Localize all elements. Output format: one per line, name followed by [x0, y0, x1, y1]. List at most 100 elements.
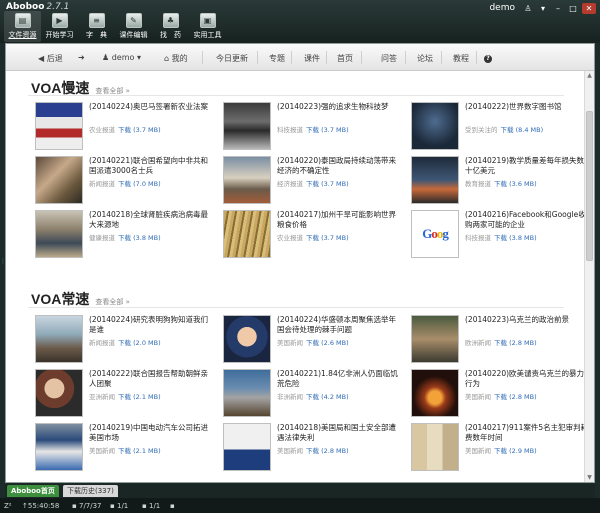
item-title[interactable]: (20140222)世界数字图书馆 [465, 102, 584, 122]
nav-link-today[interactable]: 今日更新 [216, 53, 248, 64]
minimize-icon[interactable]: – [552, 3, 564, 14]
thumbnail-image[interactable] [411, 315, 459, 363]
help-button[interactable]: ? [484, 53, 492, 63]
thumbnail-image[interactable]: Goog [411, 210, 459, 258]
settings-icon[interactable]: ▾ [537, 3, 549, 14]
list-item[interactable]: (20140217)加州干旱可能影响世界粮食价格 农业报道 下载 (3.7 MB) [221, 209, 406, 263]
back-button[interactable]: ◀ 后退 [38, 53, 63, 64]
toolbar-utilities[interactable]: ▣ 实用工具 [189, 11, 226, 42]
toolbar-start-learning[interactable]: ▶ 开始学习 [41, 11, 78, 42]
maximize-icon[interactable]: □ [567, 3, 579, 14]
thumbnail-image[interactable] [35, 315, 83, 363]
thumbnail-image[interactable] [35, 423, 83, 471]
toolbar-courseware-edit[interactable]: ✎ 课件编辑 [115, 11, 152, 42]
item-title[interactable]: (20140218)美国局和国土安全部遭遇法律失利 [277, 423, 402, 443]
forward-button[interactable]: ➜ [78, 53, 85, 62]
download-link[interactable]: 下载 (3.7 MB) [306, 234, 349, 242]
list-item[interactable]: (20140224)研究表明狗狗知道我们是谁 新闻报道 下载 (2.0 MB) [33, 314, 218, 368]
item-title[interactable]: (20140220)泰国政局持续动荡带来经济的不确定性 [277, 156, 402, 176]
thumbnail-image[interactable] [223, 423, 271, 471]
my-button[interactable]: ⌂ 我的 [164, 53, 188, 64]
see-all-link[interactable]: 查看全部 » [95, 298, 130, 306]
thumbnail-image[interactable] [35, 369, 83, 417]
list-item[interactable]: (20140221)1.84亿非洲人仍面临饥荒危险 非洲新闻 下载 (4.2 MB… [221, 368, 406, 422]
download-link[interactable]: 下载 (7.0 MB) [118, 180, 161, 188]
thumbnail-image[interactable] [223, 156, 271, 204]
list-item[interactable]: (20140219)中国电动汽车公司拓进美国市场 美国新闻 下载 (2.1 MB) [33, 422, 218, 476]
list-item[interactable]: (20140223)乌克兰的政治前景 欧洲新闻 下载 (2.8 MB) [409, 314, 584, 368]
list-item[interactable]: (20140220)欧美谴责乌克兰的暴力行为 美国新闻 下载 (2.8 MB) [409, 368, 584, 422]
download-link[interactable]: 下载 (2.6 MB) [306, 339, 349, 347]
download-link[interactable]: 下载 (2.8 MB) [306, 447, 349, 455]
item-title[interactable]: (20140219)中国电动汽车公司拓进美国市场 [89, 423, 214, 443]
download-link[interactable]: 下载 (3.7 MB) [306, 180, 349, 188]
download-link[interactable]: 下载 (2.9 MB) [494, 447, 537, 455]
download-link[interactable]: 下载 (3.7 MB) [118, 126, 161, 134]
download-link[interactable]: 下载 (3.8 MB) [118, 234, 161, 242]
scroll-down-icon[interactable]: ▼ [585, 473, 594, 482]
list-item[interactable]: Goog (20140216)Facebook和Google收购两家可能的企业 … [409, 209, 584, 263]
nav-link-courseware[interactable]: 课件 [304, 53, 320, 64]
thumbnail-image[interactable] [411, 423, 459, 471]
download-link[interactable]: 下载 (2.8 MB) [494, 393, 537, 401]
download-link[interactable]: 下载 (3.6 MB) [494, 180, 537, 188]
vertical-scrollbar[interactable]: ▲ ▼ [584, 71, 594, 482]
download-link[interactable]: 下载 (3.7 MB) [306, 126, 349, 134]
nav-link-home[interactable]: 首页 [337, 53, 353, 64]
current-user[interactable]: demo [489, 3, 515, 13]
toolbar-file-resources[interactable]: ▤ 文件资源 [4, 11, 41, 42]
download-link[interactable]: 下载 (2.1 MB) [118, 393, 161, 401]
thumbnail-image[interactable] [35, 156, 83, 204]
item-title[interactable]: (20140217)加州干旱可能影响世界粮食价格 [277, 210, 402, 230]
item-title[interactable]: (20140216)Facebook和Google收购两家可能的企业 [465, 210, 584, 230]
tab-home[interactable]: Aboboo首页 [7, 485, 59, 497]
thumbnail-image[interactable] [223, 369, 271, 417]
list-item[interactable]: (20140223)强的追求生物科技梦 科技报道 下载 (3.7 MB) [221, 101, 406, 155]
list-item[interactable]: (20140224)奥巴马签署新农业法案 农业报道 下载 (3.7 MB) [33, 101, 218, 155]
nav-link-topics[interactable]: 专题 [269, 53, 285, 64]
list-item[interactable]: (20140218)美国局和国土安全部遭遇法律失利 美国新闻 下载 (2.8 MB… [221, 422, 406, 476]
item-title[interactable]: (20140221)1.84亿非洲人仍面临饥荒危险 [277, 369, 402, 389]
item-title[interactable]: (20140217)911案件5名主犯审判耗费数年时间 [465, 423, 584, 443]
shirt-icon[interactable]: ♙ [522, 3, 534, 14]
side-panel-handle[interactable]: ⋮ [0, 258, 6, 278]
item-title[interactable]: (20140224)研究表明狗狗知道我们是谁 [89, 315, 214, 335]
thumbnail-image[interactable] [223, 315, 271, 363]
download-link[interactable]: 下载 (2.8 MB) [494, 339, 537, 347]
download-link[interactable]: 下载 (3.8 MB) [494, 234, 537, 242]
item-title[interactable]: (20140218)全球肾脏疾病治病毒最大来源地 [89, 210, 214, 230]
nav-link-tutorial[interactable]: 教程 [453, 53, 469, 64]
list-item[interactable]: (20140224)华盛顿本周聚焦选举年国会待处理的棘手问题 美国新闻 下载 (2… [221, 314, 406, 368]
list-item[interactable]: (20140217)911案件5名主犯审判耗费数年时间 美国新闻 下载 (2.9 … [409, 422, 584, 476]
thumbnail-image[interactable] [35, 210, 83, 258]
list-item[interactable]: (20140219)教学质量差每年损失数十亿美元 教育报道 下载 (3.6 MB) [409, 155, 584, 209]
toolbar-find[interactable]: ♣ 找 药 [152, 11, 189, 42]
list-item[interactable]: (20140221)联合国希望向中非共和国派遣3000名士兵 新闻报道 下载 (7… [33, 155, 218, 209]
nav-link-forum[interactable]: 论坛 [417, 53, 433, 64]
thumbnail-image[interactable] [411, 156, 459, 204]
thumbnail-image[interactable] [411, 369, 459, 417]
nav-link-qa[interactable]: 问答 [381, 53, 397, 64]
thumbnail-image[interactable] [411, 102, 459, 150]
download-link[interactable]: 下载 (4.2 MB) [306, 393, 349, 401]
download-link[interactable]: 下载 (2.1 MB) [118, 447, 161, 455]
item-title[interactable]: (20140221)联合国希望向中非共和国派遣3000名士兵 [89, 156, 214, 176]
download-link[interactable]: 下载 (2.0 MB) [118, 339, 161, 347]
list-item[interactable]: (20140222)联合国报告帮助朝鲜亲人团聚 亚洲新闻 下载 (2.1 MB) [33, 368, 218, 422]
item-title[interactable]: (20140219)教学质量差每年损失数十亿美元 [465, 156, 584, 176]
user-menu[interactable]: ♟ demo ▾ [102, 53, 141, 62]
thumbnail-image[interactable] [35, 102, 83, 150]
scroll-up-icon[interactable]: ▲ [585, 71, 594, 80]
item-title[interactable]: (20140222)联合国报告帮助朝鲜亲人团聚 [89, 369, 214, 389]
thumbnail-image[interactable] [223, 102, 271, 150]
list-item[interactable]: (20140222)世界数字图书馆 受到关注的 下载 (8.4 MB) [409, 101, 584, 155]
item-title[interactable]: (20140223)强的追求生物科技梦 [277, 102, 402, 122]
list-item[interactable]: (20140220)泰国政局持续动荡带来经济的不确定性 经济报道 下载 (3.7 … [221, 155, 406, 209]
tab-download-history[interactable]: 下载历史(337) [63, 485, 118, 497]
item-title[interactable]: (20140223)乌克兰的政治前景 [465, 315, 584, 335]
see-all-link[interactable]: 查看全部 » [95, 87, 130, 95]
item-title[interactable]: (20140224)奥巴马签署新农业法案 [89, 102, 214, 122]
item-title[interactable]: (20140220)欧美谴责乌克兰的暴力行为 [465, 369, 584, 389]
thumbnail-image[interactable] [223, 210, 271, 258]
toolbar-dictionary[interactable]: ≡ 字 典 [78, 11, 115, 42]
